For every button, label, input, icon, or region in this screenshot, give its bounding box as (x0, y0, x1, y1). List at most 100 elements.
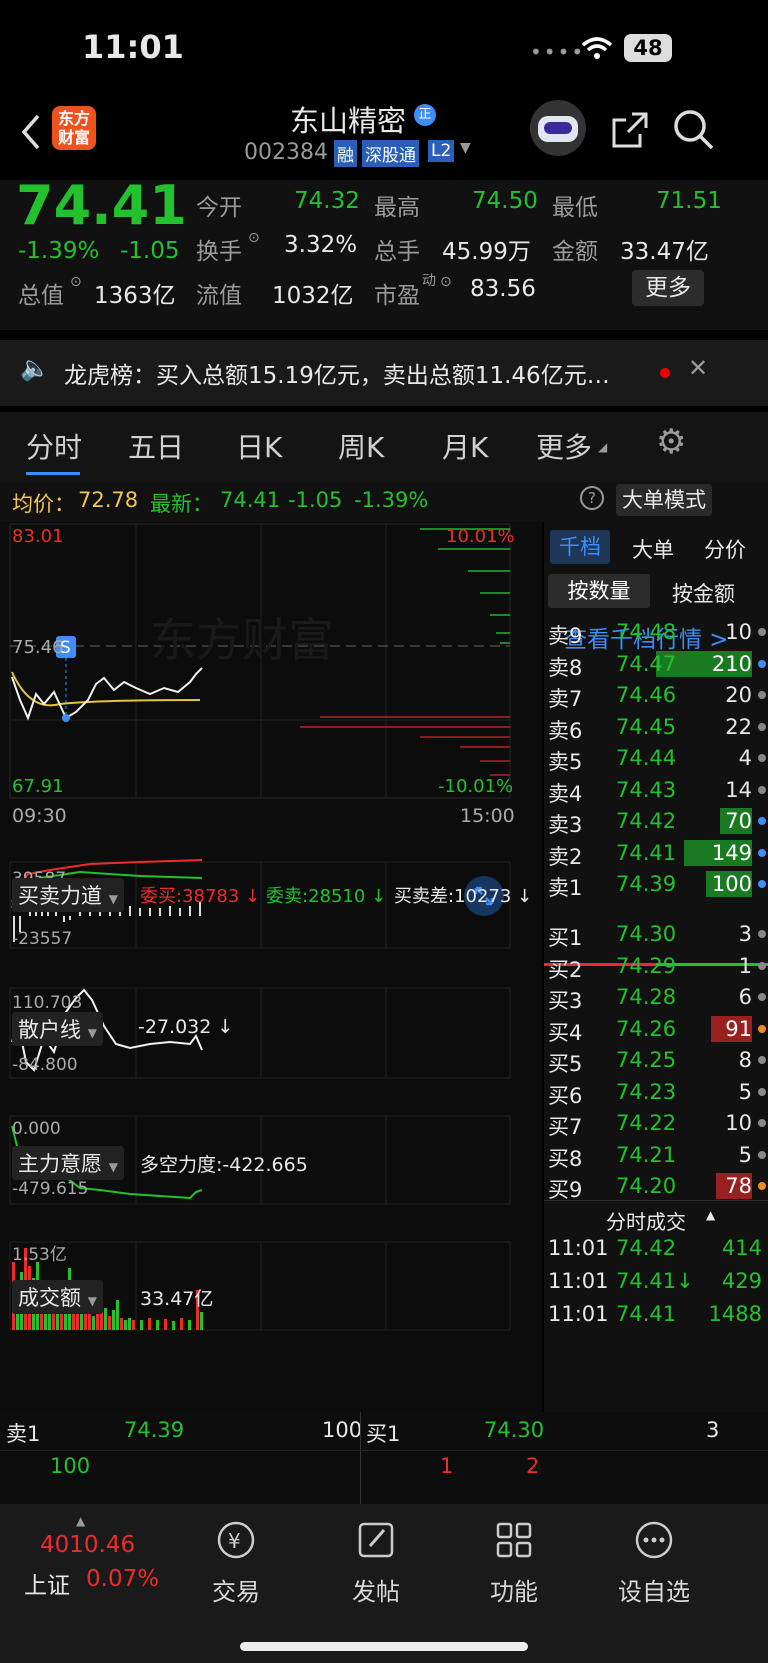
low-label: 最低 (552, 195, 598, 221)
bid-row[interactable]: 买6 74.23 5 (544, 1076, 768, 1109)
tick-time: 11:01 (548, 1302, 609, 1326)
ind3-value: 多空力度:-422.665 (140, 1154, 308, 1176)
trade-icon: ¥ (217, 1521, 255, 1559)
bid-row[interactable]: 买3 74.28 6 (544, 981, 768, 1014)
big-order-mode-button[interactable]: 大单模式 (616, 484, 712, 516)
tick-price: 74.42 (616, 1236, 677, 1260)
indicator-select-amount[interactable]: 成交额 ▼ (12, 1280, 103, 1314)
dock-trade[interactable]: ¥ 交易 (176, 1516, 296, 1607)
level-price: 74.48 (616, 620, 677, 644)
level-label: 买1 (548, 926, 583, 950)
dropdown-icon[interactable]: ▼ (460, 140, 471, 156)
level1-bar: 卖1 74.39 100 买1 74.30 3 100 1 2 (0, 1412, 768, 1504)
bid-row[interactable]: 买4 74.26 91 (544, 1013, 768, 1046)
signal-icon: •••• (530, 40, 586, 64)
index-value: 4010.46 (40, 1532, 136, 1558)
high-value: 74.50 (472, 188, 538, 214)
level-dot (758, 1056, 766, 1064)
index-pct: 0.07% (86, 1566, 160, 1592)
gear-icon[interactable]: ⚙ (656, 422, 686, 462)
stock-name[interactable]: 东山精密 (290, 98, 406, 140)
bottom-order-3: 2 (526, 1454, 540, 1478)
tab-intraday[interactable]: 分时 (26, 426, 82, 466)
status-bar: 11:01 •••• 48 (0, 0, 768, 96)
level-dot (758, 961, 766, 970)
ask-row[interactable]: 卖8 74.47 210 (544, 648, 768, 681)
float-label: 流值 (196, 283, 242, 309)
index-widget[interactable]: ▲ 4010.46 上证 0.07% (0, 1504, 160, 1614)
bid-row[interactable]: 买2 74.29 1 (544, 950, 768, 983)
collapse-icon[interactable]: ▲ (706, 1208, 715, 1222)
level-label: 买4 (548, 1020, 583, 1045)
ticks-title[interactable]: 分时成交 (606, 1206, 686, 1235)
tab-daily-k[interactable]: 日K (236, 426, 282, 466)
close-icon[interactable]: ✕ (688, 354, 708, 382)
help-icon[interactable]: ? (580, 486, 604, 510)
by-quantity-button[interactable]: 按数量 (548, 574, 650, 608)
level-label: 卖8 (548, 655, 583, 680)
back-arrow-icon[interactable] (18, 112, 42, 152)
tick-row[interactable]: 11:01 74.42 414 (544, 1232, 768, 1265)
last-label: 最新： (150, 492, 213, 516)
ask-row[interactable]: 卖3 74.42 70 (544, 805, 768, 838)
tab-depth[interactable]: 千档 (550, 530, 610, 564)
home-indicator (240, 1642, 528, 1651)
ask-row[interactable]: 卖2 74.41 149 (544, 837, 768, 870)
bid-row[interactable]: 买9 74.20 78 (544, 1170, 768, 1203)
tab-weekly-k[interactable]: 周K (338, 426, 384, 466)
ticker-text[interactable]: 龙虎榜：买入总额15.19亿元，卖出总额11.46亿元… (64, 356, 610, 390)
level-label: 卖6 (548, 718, 583, 743)
level-label: 买8 (548, 1146, 583, 1171)
avg-bar: 均价： 72.78 最新： 74.41 -1.05 -1.39% ? 大单模式 (0, 482, 768, 522)
info-icon[interactable]: ⊙ (70, 274, 82, 290)
robot-assistant-icon[interactable] (530, 100, 586, 156)
intraday-chart[interactable]: 东方财富 S 83.01 75.46 67.91 10.01% -10.01% … (0, 522, 542, 1412)
level-qty: 1 (738, 953, 752, 978)
abs-change: -1.05 (120, 238, 180, 264)
axis-top: 83.01 (12, 526, 64, 547)
tab-big-order[interactable]: 大单 (632, 534, 674, 564)
high-label: 最高 (374, 195, 420, 221)
tab-five-day[interactable]: 五日 (128, 426, 184, 466)
ind1-sell: 委卖:28510 ↓ (266, 886, 387, 907)
ask-row[interactable]: 卖5 74.44 4 (544, 742, 768, 775)
dock-add-watchlist[interactable]: 设自选 (594, 1516, 714, 1607)
ask-row[interactable]: 卖1 74.39 100 (544, 868, 768, 901)
bid-row[interactable]: 买5 74.25 8 (544, 1044, 768, 1077)
mcap-label: 总值 (18, 283, 64, 309)
info-icon[interactable]: ⊙ (248, 230, 260, 246)
tick-price: 74.41↓ (616, 1269, 694, 1293)
dock-post[interactable]: 发帖 (316, 1516, 436, 1607)
level-label: 卖3 (548, 813, 583, 837)
dock-function[interactable]: 功能 (454, 1516, 574, 1607)
indicator-select-main[interactable]: 主力意愿 ▼ (12, 1146, 124, 1180)
turnover-value: 3.32% (284, 232, 358, 258)
ask-row[interactable]: 卖7 74.46 20 (544, 679, 768, 712)
indicator-select-force[interactable]: 买卖力道 ▼ (12, 878, 124, 912)
by-amount-button[interactable]: 按金额 (672, 578, 735, 608)
more-button[interactable]: 更多 (632, 270, 704, 306)
bid-row[interactable]: 买1 74.30 3 (544, 918, 768, 951)
level-label: 买2 (548, 957, 583, 982)
app-logo[interactable]: 东方 财富 (52, 106, 96, 150)
indicator-select-retail[interactable]: 散户线 ▼ (12, 1012, 103, 1046)
bid-row[interactable]: 买7 74.22 10 (544, 1107, 768, 1140)
bid-row[interactable]: 买8 74.21 5 (544, 1139, 768, 1172)
ask-row[interactable]: 卖6 74.45 22 (544, 711, 768, 744)
level-qty: 70 (725, 809, 752, 833)
news-ticker[interactable]: 🔈 龙虎榜：买入总额15.19亿元，卖出总额11.46亿元… ✕ (0, 340, 768, 406)
info-icon[interactable]: ⊙ (440, 274, 452, 290)
ask-row[interactable]: 卖9 74.48 10 (544, 616, 768, 649)
tick-row[interactable]: 11:01 74.41 1488 (544, 1298, 768, 1331)
tab-more[interactable]: 更多 (536, 426, 592, 466)
ind1-diff: 买卖差:10273 ↓ (394, 886, 533, 907)
share-icon[interactable] (610, 110, 650, 150)
more-triangle-icon: ◢ (598, 440, 608, 454)
tick-row[interactable]: 11:01 74.41↓ 429 (544, 1265, 768, 1298)
tab-price-dist[interactable]: 分价 (704, 534, 746, 564)
avg-label: 均价： (12, 492, 75, 516)
pe-label: 市盈 (374, 283, 420, 309)
ask-row[interactable]: 卖4 74.43 14 (544, 774, 768, 807)
search-icon[interactable] (672, 108, 716, 152)
tab-monthly-k[interactable]: 月K (442, 426, 488, 466)
